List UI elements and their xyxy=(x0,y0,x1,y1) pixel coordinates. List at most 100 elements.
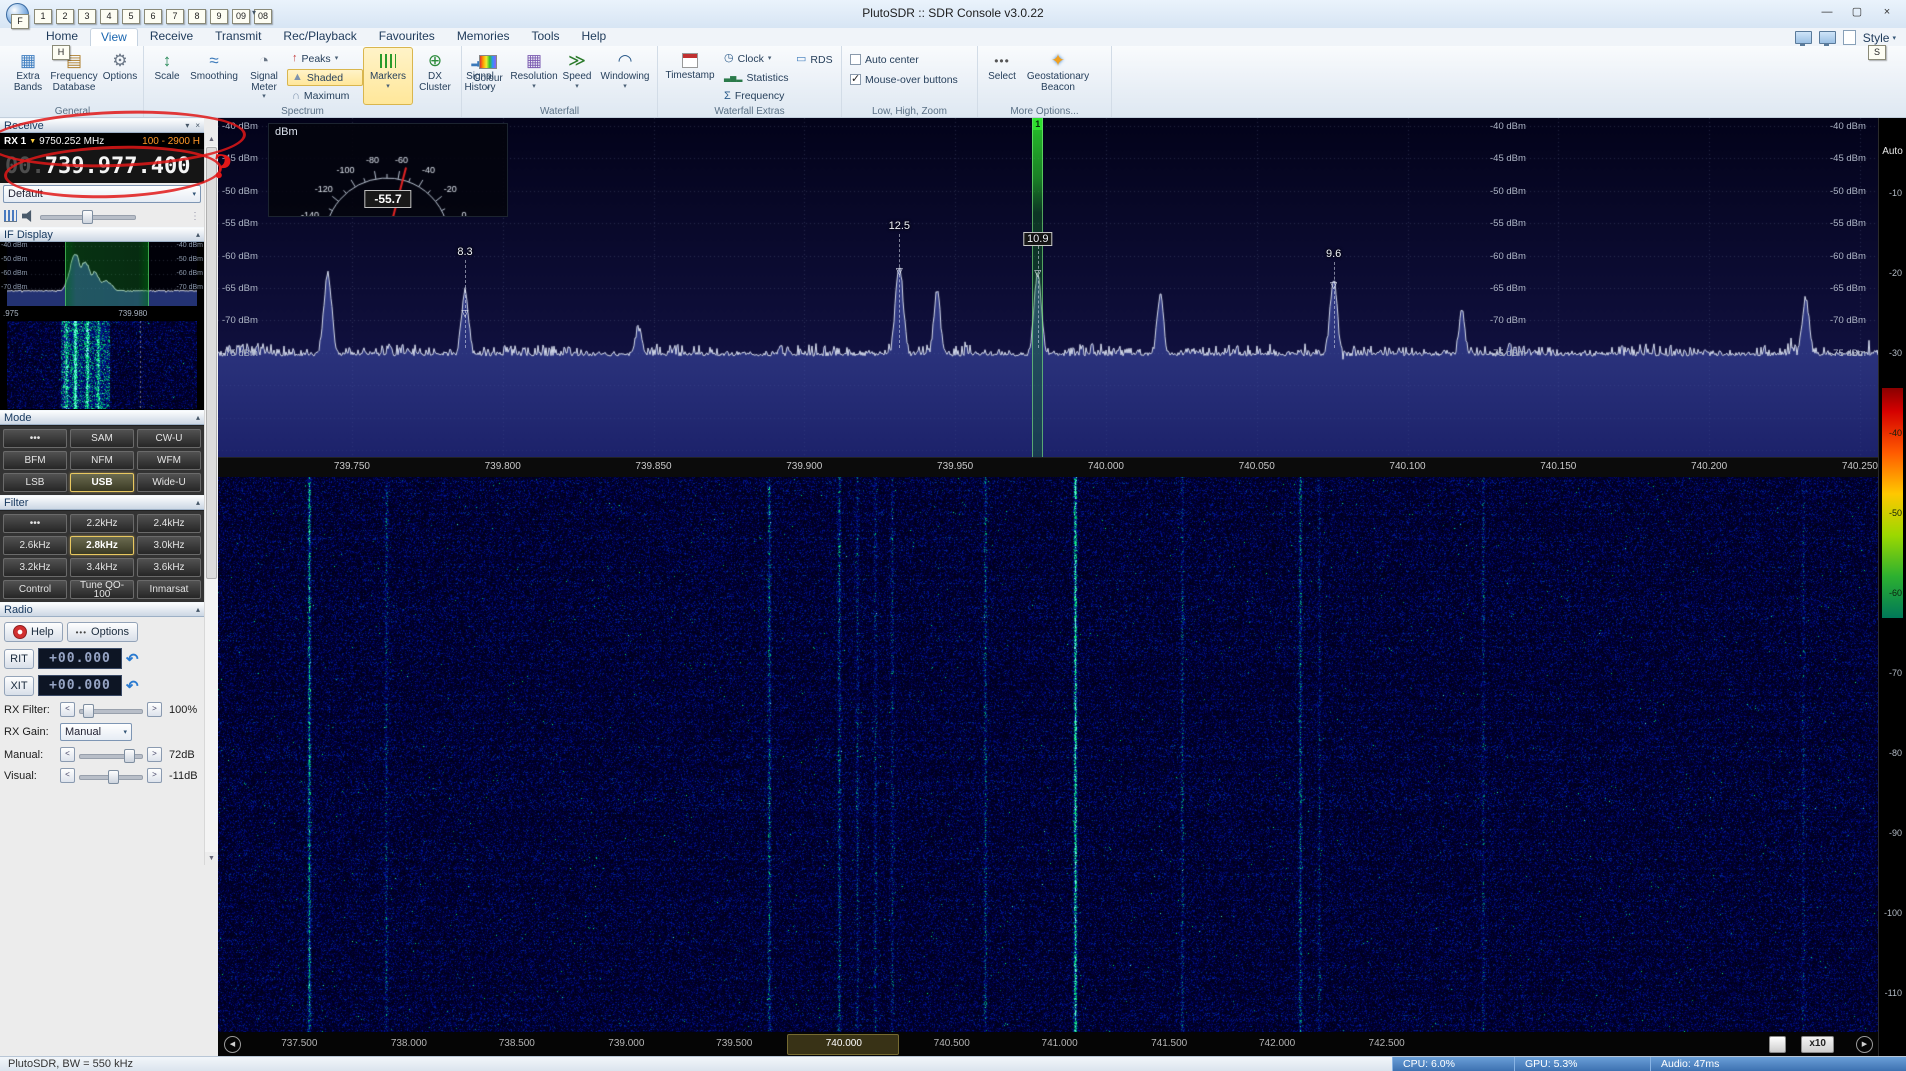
clock-button[interactable]: ◷ Clock ▾ xyxy=(719,50,791,68)
colour-button[interactable]: Colour ▾ xyxy=(465,47,511,105)
mode-button-wide-u[interactable]: Wide-U xyxy=(137,473,201,492)
mode-button-sam[interactable]: SAM xyxy=(70,429,134,448)
shaded-button[interactable]: ▲ Shaded xyxy=(287,69,363,87)
if-display-collapse-icon[interactable]: ▴ xyxy=(196,230,200,239)
mode-button-usb[interactable]: USB xyxy=(70,473,134,492)
if-display-panel-header[interactable]: IF Display ▴ xyxy=(0,227,204,242)
maximum-button[interactable]: ∩ Maximum xyxy=(287,87,363,105)
rx-selector-bar[interactable]: RX 1 ▼ 9750.252 MHz 100 - 2900 H xyxy=(0,133,204,149)
receive-close-icon[interactable]: × xyxy=(195,121,200,130)
receive-dropdown-icon[interactable]: ▾ xyxy=(185,121,189,130)
xit-reset-icon[interactable]: ↶ xyxy=(126,677,139,695)
monitor-icon[interactable] xyxy=(1795,31,1812,44)
frequency-overlay-button[interactable]: Σ Frequency xyxy=(719,87,791,105)
smoothing-button[interactable]: ≈ Smoothing xyxy=(187,47,241,105)
marker-label[interactable]: 8.3 xyxy=(457,246,472,258)
speed-button[interactable]: ≫ Speed ▾ xyxy=(557,47,597,105)
mode-collapse-icon[interactable]: ▴ xyxy=(196,413,200,422)
speaker-icon[interactable] xyxy=(22,210,35,222)
mode-button-lsb[interactable]: LSB xyxy=(3,473,67,492)
maximize-button-icon[interactable]: ▢ xyxy=(1842,0,1872,24)
scroll-right-button[interactable]: ▶ xyxy=(1856,1036,1873,1053)
scrollbar-down-icon[interactable]: ▼ xyxy=(205,852,218,865)
filter-button-inmarsat[interactable]: Inmarsat xyxy=(137,580,201,599)
tab-transmit[interactable]: Transmit xyxy=(205,28,271,46)
rx-dropdown-icon[interactable]: ▼ xyxy=(29,138,36,145)
document-icon[interactable] xyxy=(1843,30,1856,45)
scale-button[interactable]: ↕ Scale xyxy=(147,47,187,105)
scrollbar-up-icon[interactable]: ▲ xyxy=(205,133,218,146)
rit-button[interactable]: RIT xyxy=(4,649,34,669)
dx-cluster-button[interactable]: ⊕ DX Cluster xyxy=(413,47,457,105)
close-button-icon[interactable]: × xyxy=(1872,0,1902,24)
filter-button-3-2khz[interactable]: 3.2kHz xyxy=(3,558,67,577)
filter-button-control[interactable]: Control xyxy=(3,580,67,599)
tab-tools[interactable]: Tools xyxy=(522,28,570,46)
tab-memories[interactable]: Memories xyxy=(447,28,520,46)
resolution-button[interactable]: ▦ Resolution ▾ xyxy=(511,47,557,105)
radio-help-button[interactable]: Help xyxy=(4,622,63,642)
filter-button-2-8khz[interactable]: 2.8kHz xyxy=(70,536,134,555)
radio-panel-header[interactable]: Radio ▴ xyxy=(0,602,204,617)
filter-button-2-6khz[interactable]: 2.6kHz xyxy=(3,536,67,555)
levels-icon[interactable] xyxy=(4,210,17,222)
tab-view[interactable]: View xyxy=(90,28,138,48)
manual-gain-decrease-button[interactable]: < xyxy=(60,747,75,762)
monitor-icon-2[interactable] xyxy=(1819,31,1836,44)
filter-button-3-6khz[interactable]: 3.6kHz xyxy=(137,558,201,577)
waterfall-panel[interactable] xyxy=(218,477,1878,1032)
mode-button-nfm[interactable]: NFM xyxy=(70,451,134,470)
peaks-button[interactable]: ↑ Peaks ▾ xyxy=(287,50,363,68)
markers-button[interactable]: Markers ▾ xyxy=(363,47,413,105)
geostationary-beacon-button[interactable]: ✦ Geostationary Beacon xyxy=(1023,47,1093,105)
rit-reset-icon[interactable]: ↶ xyxy=(126,650,139,668)
if-spectrum[interactable]: .975 739.980 -40 dBm-40 dBm-50 dBm-50 dB… xyxy=(0,242,204,320)
xit-value-field[interactable]: +00.000 xyxy=(38,675,122,696)
manual-gain-increase-button[interactable]: > xyxy=(147,747,162,762)
rx-filter-increase-button[interactable]: > xyxy=(147,702,162,717)
windowing-button[interactable]: ◠ Windowing ▾ xyxy=(597,47,653,105)
filter-button-2-2khz[interactable]: 2.2kHz xyxy=(70,514,134,533)
if-waterfall-canvas[interactable] xyxy=(7,321,197,409)
waterfall-palette-gradient[interactable] xyxy=(1882,388,1903,618)
mode-button-more[interactable]: ••• xyxy=(3,429,67,448)
mode-button-wfm[interactable]: WFM xyxy=(137,451,201,470)
filter-button-2-4khz[interactable]: 2.4kHz xyxy=(137,514,201,533)
mode-button-cw-u[interactable]: CW-U xyxy=(137,429,201,448)
filter-button-3-4khz[interactable]: 3.4kHz xyxy=(70,558,134,577)
statistics-button[interactable]: ▃▅▂ Statistics xyxy=(719,69,791,87)
filter-panel-header[interactable]: Filter ▴ xyxy=(0,495,204,510)
marker-label[interactable]: 12.5 xyxy=(889,220,910,232)
style-menu[interactable]: Style ▾ xyxy=(1863,31,1896,45)
options-button[interactable]: ⚙ Options xyxy=(97,47,143,105)
scroll-left-button[interactable]: ◀ xyxy=(224,1036,241,1053)
tab-help[interactable]: Help xyxy=(572,28,617,46)
waterfall-page-button[interactable] xyxy=(1769,1036,1786,1053)
waterfall-zoom-button[interactable]: x10 xyxy=(1801,1036,1834,1053)
preset-select[interactable]: Default ▾ xyxy=(3,185,201,203)
radio-collapse-icon[interactable]: ▴ xyxy=(196,605,200,614)
signal-meter-button[interactable]: ◔ Signal Meter ▾ xyxy=(241,47,287,105)
visual-gain-decrease-button[interactable]: < xyxy=(60,768,75,783)
mouse-over-buttons-checkbox[interactable]: ✓ Mouse-over buttons xyxy=(845,70,971,89)
rx-gain-select[interactable]: Manual ▾ xyxy=(60,723,132,741)
if-waterfall[interactable] xyxy=(0,320,204,410)
if-passband[interactable] xyxy=(65,242,149,306)
filter-button-tune-qo-100[interactable]: Tune QO-100 xyxy=(70,580,134,599)
marker-label[interactable]: 10.9 xyxy=(1023,232,1052,246)
volume-slider[interactable] xyxy=(40,209,136,223)
rit-value-field[interactable]: +00.000 xyxy=(38,648,122,669)
tab-rec-playback[interactable]: Rec/Playback xyxy=(273,28,366,46)
extra-bands-button[interactable]: ▦ Extra Bands xyxy=(5,47,51,105)
rx-filter-slider[interactable] xyxy=(79,703,143,717)
manual-gain-slider[interactable] xyxy=(79,748,143,762)
xit-button[interactable]: XIT xyxy=(4,676,34,696)
sidebar-scrollbar[interactable]: ▲ ▼ xyxy=(204,133,218,865)
visual-gain-increase-button[interactable]: > xyxy=(147,768,162,783)
tab-receive[interactable]: Receive xyxy=(140,28,203,46)
filter-button-more[interactable]: ••• xyxy=(3,514,67,533)
scrollbar-thumb[interactable] xyxy=(206,147,217,579)
mode-panel-header[interactable]: Mode ▴ xyxy=(0,410,204,425)
select-button[interactable]: ••• Select xyxy=(981,47,1023,105)
spectrum-panel[interactable]: dBm -55.7 1 -40 dBm-45 dBm-50 dBm-55 dBm… xyxy=(218,118,1878,457)
